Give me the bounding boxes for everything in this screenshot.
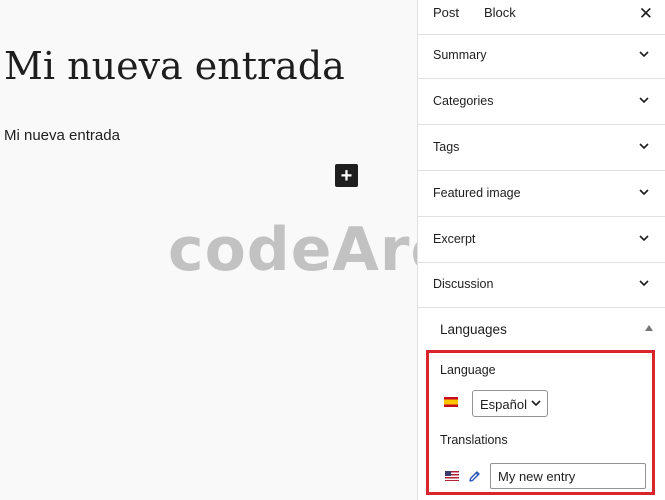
pencil-icon[interactable] xyxy=(468,470,481,483)
panel-summary[interactable]: Summary xyxy=(418,34,665,79)
panel-excerpt[interactable]: Excerpt xyxy=(418,218,665,263)
chevron-down-icon xyxy=(531,400,541,407)
caret-up-icon[interactable] xyxy=(645,325,653,331)
panel-categories[interactable]: Categories xyxy=(418,80,665,125)
chevron-down-icon xyxy=(639,97,649,104)
editor-canvas[interactable]: Mi nueva entrada Mi nueva entrada + xyxy=(0,0,417,500)
language-label: Language xyxy=(440,363,496,377)
settings-sidebar: Post Block ✕ Summary Categories Tags Fea… xyxy=(417,0,665,500)
languages-panel-title[interactable]: Languages xyxy=(440,322,507,337)
tab-post[interactable]: Post xyxy=(433,0,459,34)
block-inserter-button[interactable]: + xyxy=(335,164,358,187)
panel-label: Categories xyxy=(433,94,494,108)
chevron-down-icon xyxy=(639,189,649,196)
post-title[interactable]: Mi nueva entrada xyxy=(4,44,345,88)
post-paragraph[interactable]: Mi nueva entrada xyxy=(4,127,120,144)
panel-discussion[interactable]: Discussion xyxy=(418,263,665,308)
chevron-down-icon xyxy=(639,235,649,242)
panel-label: Excerpt xyxy=(433,232,476,246)
panel-label: Featured image xyxy=(433,186,521,200)
panel-label: Discussion xyxy=(433,277,494,291)
plus-icon: + xyxy=(340,164,353,187)
chevron-down-icon xyxy=(639,51,649,58)
spain-flag-icon xyxy=(444,397,458,407)
panel-tags[interactable]: Tags xyxy=(418,126,665,171)
sidebar-header: Post Block ✕ xyxy=(418,0,665,35)
chevron-down-icon xyxy=(639,143,649,150)
chevron-down-icon xyxy=(639,280,649,287)
panel-featured-image[interactable]: Featured image xyxy=(418,172,665,217)
panel-label: Summary xyxy=(433,48,487,62)
us-flag-icon xyxy=(445,471,459,481)
translation-title-input[interactable] xyxy=(490,463,646,489)
tab-block[interactable]: Block xyxy=(484,0,516,34)
close-icon[interactable]: ✕ xyxy=(639,5,653,22)
panel-label: Tags xyxy=(433,140,460,154)
language-select-value: Español xyxy=(480,397,527,412)
language-select[interactable]: Español xyxy=(472,390,548,417)
translations-label: Translations xyxy=(440,433,508,447)
